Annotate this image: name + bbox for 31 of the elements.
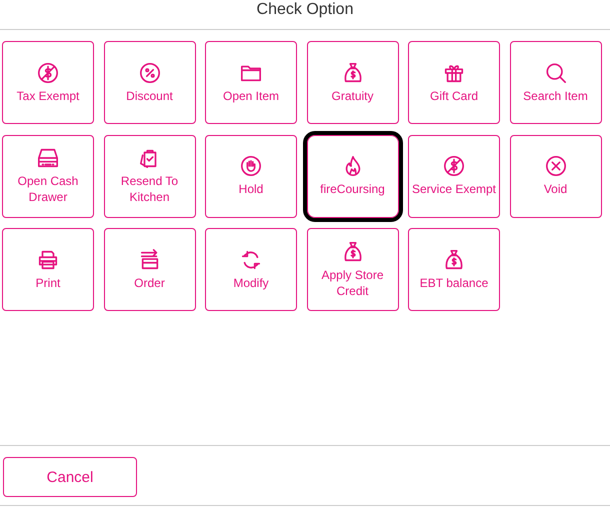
option-button[interactable]: Discount <box>104 41 196 124</box>
dialog-title: Check Option <box>256 0 354 20</box>
option-button[interactable]: Service Exempt <box>408 134 500 218</box>
option-button[interactable]: Apply Store Credit <box>306 228 398 311</box>
x-circle-icon <box>544 155 566 177</box>
option-button[interactable]: EBT balance <box>408 228 500 311</box>
option-button[interactable]: Gratuity <box>306 41 398 124</box>
option-button[interactable]: Print <box>2 228 94 311</box>
crossed-dollar-icon <box>443 155 465 177</box>
option-button[interactable]: Order <box>104 228 196 311</box>
cash-drawer-icon <box>37 147 59 169</box>
option-button[interactable]: Open Cash Drawer <box>2 134 94 218</box>
percent-icon <box>138 62 160 84</box>
search-icon <box>544 62 566 84</box>
option-button[interactable]: Resend To Kitchen <box>104 134 196 218</box>
money-bag-icon <box>342 240 364 262</box>
option-button[interactable]: Void <box>510 134 602 218</box>
money-bag-icon <box>342 62 364 84</box>
option-button[interactable]: Open Item <box>205 41 297 124</box>
card-arrows-icon <box>138 248 160 270</box>
option-button[interactable]: Modify <box>205 228 297 311</box>
cancel-button[interactable]: Cancel <box>3 457 137 497</box>
option-button[interactable]: Search Item <box>510 41 602 124</box>
crossed-dollar-icon <box>37 62 59 84</box>
option-button[interactable]: Gift Card <box>408 41 500 124</box>
hand-icon <box>240 155 262 177</box>
option-button[interactable]: Hold <box>205 134 297 218</box>
printer-icon <box>37 248 59 270</box>
refresh-icon <box>240 248 262 270</box>
money-bag-icon <box>443 248 465 270</box>
option-button[interactable]: Tax Exempt <box>2 41 94 124</box>
